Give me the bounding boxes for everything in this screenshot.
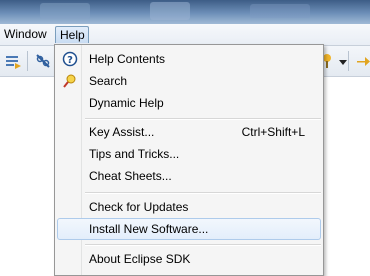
disconnect-icon[interactable] — [34, 52, 52, 70]
menu-help[interactable]: Help — [55, 26, 89, 43]
titlebar-blur — [40, 3, 90, 19]
shortcut-label: Ctrl+Shift+L — [241, 125, 305, 139]
toolbar-separator — [27, 51, 28, 71]
menu-item-label: Tips and Tricks... — [89, 147, 180, 161]
menu-item-label: Install New Software... — [89, 222, 209, 236]
menu-item-key-assist[interactable]: Key Assist... Ctrl+Shift+L — [57, 121, 321, 143]
titlebar-blur — [150, 2, 190, 20]
menu-item-cheat-sheets[interactable]: Cheat Sheets... — [57, 165, 321, 187]
menu-item-label: Dynamic Help — [89, 96, 164, 110]
menu-item-help-contents[interactable]: ? Help Contents — [57, 48, 321, 70]
menu-separator — [85, 192, 321, 194]
search-lamp-icon — [62, 73, 78, 89]
menu-item-label: Help Contents — [89, 52, 166, 66]
menu-item-label: Key Assist... — [89, 125, 155, 139]
toolbar-separator — [348, 51, 349, 71]
task-list-icon[interactable] — [4, 52, 22, 70]
menu-item-label: Cheat Sheets... — [89, 169, 172, 183]
window-titlebar — [0, 0, 370, 24]
menu-separator — [85, 118, 321, 120]
menu-item-label: About Eclipse SDK — [89, 252, 191, 266]
titlebar-blur — [250, 4, 310, 18]
menu-item-label: Search — [89, 74, 128, 88]
menu-item-check-for-updates[interactable]: Check for Updates — [57, 196, 321, 218]
menu-item-search[interactable]: Search — [57, 70, 321, 92]
menu-item-about-eclipse-sdk[interactable]: About Eclipse SDK — [57, 248, 321, 270]
menu-item-dynamic-help[interactable]: Dynamic Help — [57, 92, 321, 114]
forward-icon[interactable] — [354, 52, 370, 70]
menu-separator — [85, 244, 321, 246]
dropdown-arrow-icon[interactable] — [334, 54, 347, 72]
menu-item-install-new-software[interactable]: Install New Software... — [57, 218, 321, 240]
svg-text:?: ? — [67, 55, 73, 66]
menu-item-tips-and-tricks[interactable]: Tips and Tricks... — [57, 143, 321, 165]
menu-item-label: Check for Updates — [89, 200, 189, 214]
menu-bar: Window Help — [0, 24, 370, 46]
menu-window[interactable]: Window — [0, 26, 51, 43]
help-circle-icon: ? — [62, 51, 78, 67]
help-menu-dropdown: ? Help Contents Search Dynamic Help Key … — [54, 44, 324, 276]
